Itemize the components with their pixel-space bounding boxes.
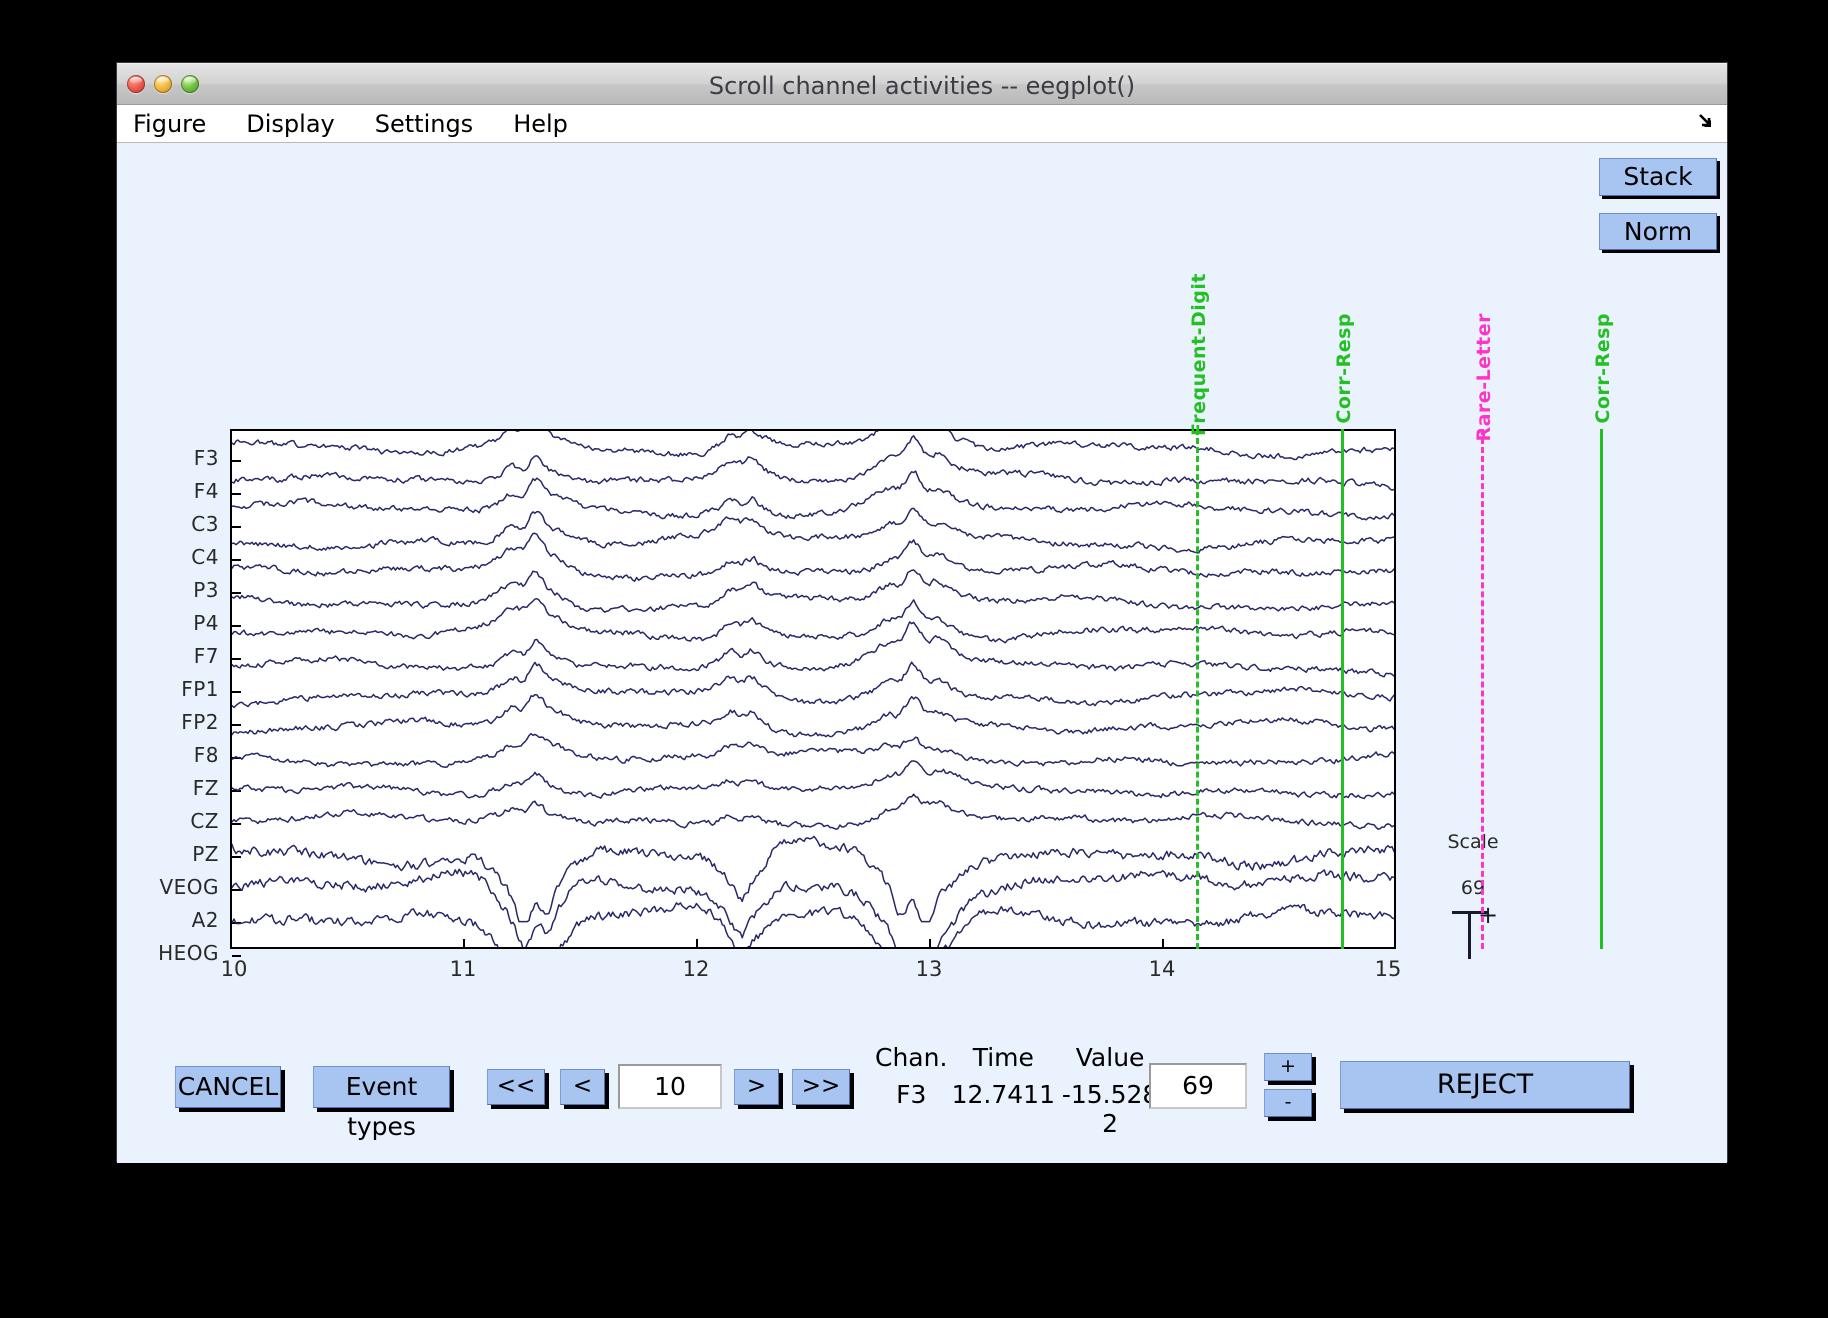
channel-label-fp1: FP1 — [181, 677, 219, 701]
channel-label-cz: CZ — [190, 809, 219, 833]
channel-label-a2: A2 — [191, 908, 219, 932]
x-tick-label-10: 10 — [220, 957, 248, 981]
channel-label-f7: F7 — [193, 644, 219, 668]
stack-button[interactable]: Stack — [1599, 158, 1717, 196]
event-line-corr-resp-2 — [1600, 429, 1603, 949]
readout-header-value: Value — [1075, 1043, 1145, 1072]
channel-label-f4: F4 — [193, 479, 219, 503]
menu-figure[interactable]: Figure — [129, 110, 210, 138]
channel-label-p4: P4 — [193, 611, 219, 635]
readout-value-time: 12.7411 — [951, 1080, 1055, 1109]
menubar: Figure Display Settings Help — [117, 105, 1727, 143]
norm-button[interactable]: Norm — [1599, 212, 1717, 250]
eeg-trace-p3 — [232, 532, 1394, 582]
fast-back-button[interactable]: << — [487, 1069, 545, 1105]
eeg-trace-fz — [232, 732, 1394, 768]
eegplot-window: Scroll channel activities -- eegplot() F… — [117, 63, 1727, 1163]
event-label-corr-resp-1: Corr-Resp — [1333, 313, 1355, 424]
display-mode-buttons: Stack Norm — [1599, 158, 1717, 250]
time-position-input[interactable]: 10 — [618, 1064, 722, 1109]
event-line-corr-resp-1 — [1341, 429, 1344, 949]
scale-legend: Scale 69 + — [1413, 831, 1533, 959]
cursor-readout: Chan. Time Value F3 12.7411 -15.5282 — [873, 1043, 1163, 1138]
event-label-corr-resp-2: Corr-Resp — [1592, 313, 1614, 424]
scale-plus-button[interactable]: + — [1264, 1053, 1312, 1081]
eeg-trace-veog — [232, 835, 1394, 923]
window-title: Scroll channel activities -- eegplot() — [708, 72, 1136, 100]
x-tick-label-14: 14 — [1148, 957, 1176, 981]
eeg-trace-f3 — [232, 431, 1394, 461]
scale-bar-icon: + — [1452, 901, 1498, 959]
channel-label-pz: PZ — [192, 842, 219, 866]
menu-settings[interactable]: Settings — [371, 110, 477, 138]
event-label-frequent-digit: Frequent-Digit — [1188, 273, 1210, 437]
event-types-button[interactable]: Event types — [313, 1066, 450, 1141]
control-bar: CANCEL Event types << < 10 > >> Chan. Ti… — [117, 1031, 1727, 1161]
scale-input[interactable]: 69 — [1149, 1063, 1247, 1109]
x-tick-label-15: 15 — [1374, 957, 1402, 981]
eeg-trace-f8 — [232, 693, 1394, 738]
channel-label-veog: VEOG — [159, 875, 219, 899]
channel-label-p3: P3 — [193, 578, 219, 602]
eeg-trace-cz — [232, 760, 1394, 800]
scale-legend-value: 69 — [1460, 877, 1486, 899]
event-line-rare-letter — [1481, 429, 1484, 949]
x-axis: 10 11 12 13 14 15 — [221, 939, 1401, 989]
readout-header-chan: Chan. — [875, 1043, 948, 1072]
x-tick-label-13: 13 — [915, 957, 943, 981]
channel-label-f8: F8 — [193, 743, 219, 767]
eeg-trace-pz — [232, 793, 1394, 830]
eeg-plot-area[interactable] — [230, 429, 1396, 957]
scale-minus-button[interactable]: - — [1264, 1089, 1312, 1117]
channel-label-c4: C4 — [191, 545, 219, 569]
readout-value-value: -15.5282 — [1061, 1080, 1159, 1138]
eeg-trace-a2 — [232, 868, 1394, 947]
reject-button[interactable]: REJECT — [1340, 1061, 1630, 1109]
fast-forward-button[interactable]: >> — [792, 1069, 850, 1105]
channel-label-f3: F3 — [193, 446, 219, 470]
x-tick-label-12: 12 — [682, 957, 710, 981]
event-line-frequent-digit — [1196, 429, 1199, 949]
event-label-rare-letter: Rare-Letter — [1473, 313, 1495, 442]
channel-label-fz: FZ — [192, 776, 219, 800]
eeg-traces — [232, 431, 1394, 947]
readout-header-time: Time — [972, 1043, 1034, 1072]
cancel-button[interactable]: CANCEL — [175, 1066, 281, 1108]
eeg-trace-c3 — [232, 470, 1394, 521]
menu-help[interactable]: Help — [509, 110, 572, 138]
back-button[interactable]: < — [560, 1069, 605, 1105]
channel-label-heog: HEOG — [158, 941, 219, 965]
channel-label-c3: C3 — [191, 512, 219, 536]
forward-button[interactable]: > — [734, 1069, 779, 1105]
arrow-down-right-icon[interactable] — [1695, 111, 1717, 133]
eeg-trace-fp1 — [232, 621, 1394, 678]
window-titlebar: Scroll channel activities -- eegplot() — [117, 63, 1727, 105]
x-tick-label-11: 11 — [449, 957, 477, 981]
eeg-trace-p4 — [232, 569, 1394, 613]
scale-legend-title: Scale — [1447, 831, 1499, 853]
channel-label-column: F3 F4 C3 C4 P3 P4 F7 FP1 FP2 F8 FZ CZ PZ… — [117, 429, 227, 965]
channel-label-fp2: FP2 — [181, 710, 219, 734]
figure-canvas: Stack Norm F3 F4 C3 C4 P3 P4 F7 FP1 FP2 … — [117, 143, 1727, 1163]
menu-display[interactable]: Display — [242, 110, 338, 138]
eeg-trace-heog — [232, 902, 1394, 947]
readout-value-chan: F3 — [896, 1080, 927, 1109]
